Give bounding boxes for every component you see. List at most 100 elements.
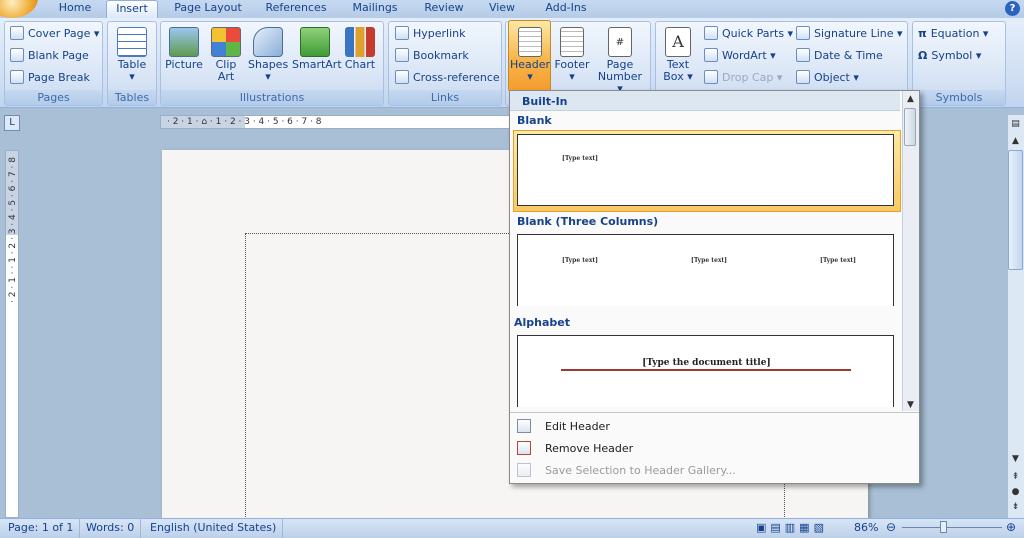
shapes-button[interactable]: Shapes ▾ [248,27,288,83]
page-break-icon [10,70,24,84]
object-icon [796,70,810,84]
page-break-button[interactable]: Page Break [10,68,90,88]
gallery-scroll-up-icon[interactable]: ▲ [903,92,918,106]
cover-page-icon [10,26,24,40]
cover-page-button[interactable]: Cover Page ▾ [10,24,99,44]
symbol-button[interactable]: Ω Symbol ▾ [918,46,981,66]
gallery-item-label-blank: Blank [517,114,552,127]
tab-review[interactable]: Review [414,0,474,18]
group-pages-label: Pages [5,90,102,105]
page-number-icon: # [608,27,632,57]
group-tables-label: Tables [108,90,156,105]
chart-icon [345,27,375,57]
picture-icon [169,27,199,57]
remove-header-icon [517,441,531,455]
view-buttons[interactable]: ▣▤▥▦▧ [756,520,846,536]
zoom-level[interactable]: 86% [854,518,878,538]
date-time-button[interactable]: Date & Time [796,46,883,66]
vertical-ruler[interactable]: · 2 · 1 · · 1 · 2 · 3 · 4 · 5 · 6 · 7 · … [5,150,19,518]
text-box-icon: A [665,27,691,57]
omega-icon: Ω [918,49,928,62]
tab-home[interactable]: Home [50,0,100,18]
cross-reference-icon [395,70,409,84]
status-words[interactable]: Words: 0 [80,518,142,538]
footer-button[interactable]: Footer ▾ [552,27,592,83]
date-time-icon [796,48,810,62]
alphabet-thumb-title: [Type the document title] [642,358,771,368]
equation-button[interactable]: π Equation ▾ [918,24,988,44]
object-button[interactable]: Object ▾ [796,68,859,88]
edit-header-icon [517,419,531,433]
tab-view[interactable]: View [480,0,524,18]
table-icon [117,27,147,57]
table-button[interactable]: Table ▾ [112,27,152,83]
save-to-gallery-icon [517,463,531,477]
tab-insert[interactable]: Insert [106,0,158,18]
drop-cap-button[interactable]: Drop Cap ▾ [704,68,782,88]
scrollbar-thumb[interactable] [1008,150,1023,270]
edit-header-menu-item[interactable]: Edit Header [512,416,916,438]
gallery-item-alphabet[interactable]: [Type the document title] [517,335,894,407]
quick-parts-button[interactable]: Quick Parts ▾ [704,24,793,44]
smartart-button[interactable]: SmartArt [292,27,342,71]
blank-page-button[interactable]: Blank Page [10,46,89,66]
drop-cap-icon [704,70,718,84]
hyperlink-button[interactable]: Hyperlink [395,24,466,44]
footer-icon [560,27,584,57]
previous-page-icon[interactable]: ⇞ [1008,470,1023,484]
tab-references[interactable]: References [258,0,334,18]
zoom-slider-thumb[interactable] [940,521,947,533]
group-illustrations-label: Illustrations [161,90,383,105]
status-language[interactable]: English (United States) [144,518,284,538]
scroll-up-icon[interactable]: ▲ [1008,134,1023,148]
header-icon [518,27,542,57]
horizontal-ruler[interactable]: · 2 · 1 · ⌂ · 1 · 2 · 3 · 4 · 5 · 6 · 7 … [160,115,520,129]
clip-art-button[interactable]: Clip Art [206,27,246,83]
zoom-slider[interactable] [902,527,1002,528]
blank-page-icon [10,48,24,62]
next-page-icon[interactable]: ⇟ [1008,500,1023,514]
bookmark-button[interactable]: Bookmark [395,46,469,66]
wordart-button[interactable]: WordArt ▾ [704,46,776,66]
gallery-item-label-blank-three-columns: Blank (Three Columns) [517,215,659,228]
signature-line-button[interactable]: Signature Line ▾ [796,24,903,44]
save-selection-to-header-gallery-menu-item[interactable]: Save Selection to Header Gallery... [512,460,916,482]
tab-add-ins[interactable]: Add-Ins [536,0,596,18]
picture-button[interactable]: Picture [164,27,204,71]
status-page[interactable]: Page: 1 of 1 [2,518,81,538]
signature-line-icon [796,26,810,40]
pi-icon: π [918,27,927,40]
gallery-scrollbar-thumb[interactable] [904,108,916,146]
ruler-toggle-icon[interactable]: ▤ [1008,117,1023,131]
gallery-scroll-down-icon[interactable]: ▼ [903,398,918,412]
select-browse-object-icon[interactable]: ● [1008,485,1023,499]
chart-button[interactable]: Chart [340,27,380,71]
gallery-item-blank[interactable]: [Type text] [517,134,894,206]
cross-reference-button[interactable]: Cross-reference [395,68,500,88]
group-links-label: Links [389,90,501,105]
zoom-out-icon[interactable]: ⊖ [886,520,896,535]
smartart-icon [300,27,330,57]
header-button[interactable]: Header ▾ [510,27,550,83]
remove-header-menu-item[interactable]: Remove Header [512,438,916,460]
gallery-item-blank-three-columns[interactable]: [Type text] [Type text] [Type text] [517,234,894,306]
help-icon[interactable]: ? [1005,1,1020,16]
three-col-text-3: [Type text] [820,257,857,264]
text-box-button[interactable]: A Text Box ▾ [658,27,698,83]
gallery-section-built-in: Built-In [510,91,900,111]
quick-parts-icon [704,26,718,40]
zoom-in-icon[interactable]: ⊕ [1006,520,1016,535]
scroll-down-icon[interactable]: ▼ [1008,452,1023,466]
blank-thumb-text: [Type text] [562,155,599,162]
three-col-text-2: [Type text] [691,257,728,264]
clip-art-icon [211,27,241,57]
page-number-button[interactable]: # Page Number ▾ [594,27,646,95]
tab-mailings[interactable]: Mailings [344,0,406,18]
gallery-divider [510,412,919,413]
tab-page-layout[interactable]: Page Layout [168,0,248,18]
gallery-item-label-alphabet: Alphabet [514,316,571,329]
tab-selector-icon[interactable]: L [4,115,20,131]
alphabet-title-rule [561,369,851,371]
three-col-text-1: [Type text] [562,257,599,264]
group-symbols-label: Symbols [913,90,1005,105]
